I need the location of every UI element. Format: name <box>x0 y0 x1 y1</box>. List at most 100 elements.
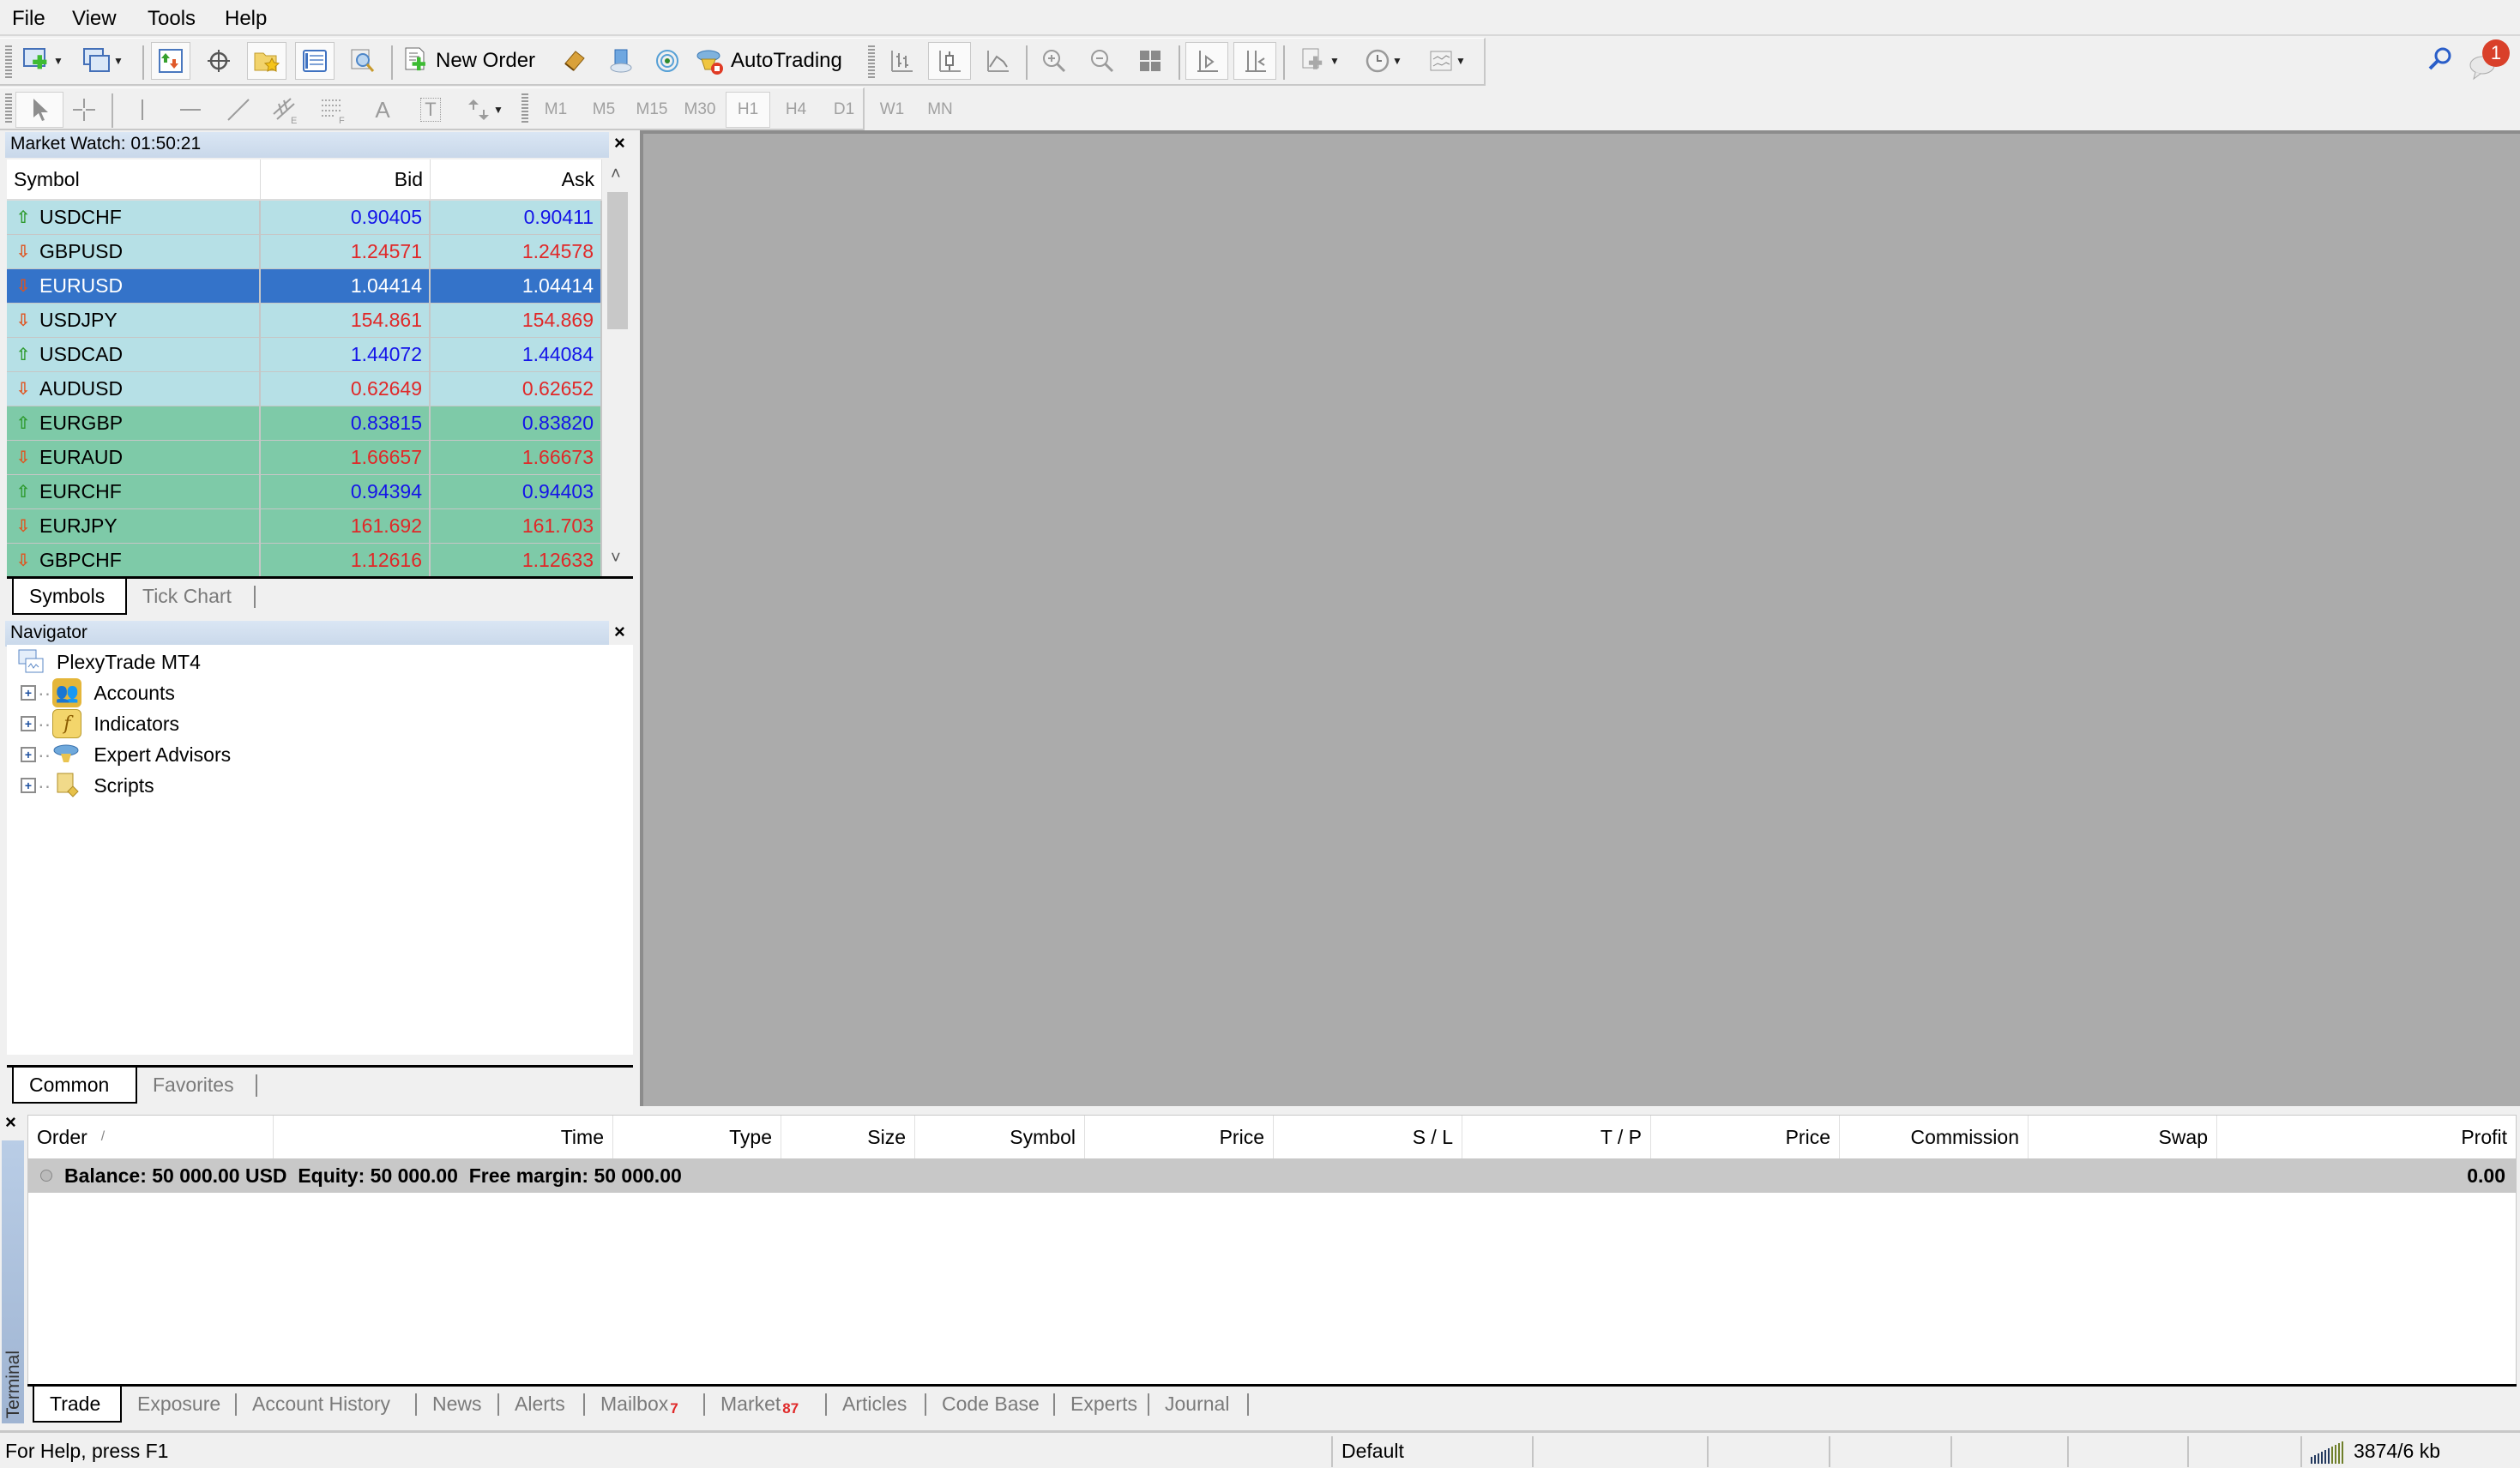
timeframe-m15[interactable]: M15 <box>630 92 674 128</box>
zoom-out-button[interactable] <box>1081 42 1124 80</box>
tab-symbols[interactable]: Symbols <box>12 579 127 615</box>
market-watch-button[interactable] <box>151 42 190 80</box>
expand-icon[interactable]: + <box>21 685 36 701</box>
profiles-button[interactable]: ▼ <box>77 42 129 80</box>
market-watch-row[interactable]: ⇩ EURJPY 161.692 161.703 <box>7 509 602 544</box>
tab-favorites[interactable]: Favorites <box>137 1068 257 1102</box>
column-commission[interactable]: Commission <box>1840 1116 2029 1158</box>
menu-view[interactable]: View <box>72 7 117 31</box>
strategy-tester-button[interactable] <box>343 42 383 80</box>
expand-icon[interactable]: + <box>21 747 36 762</box>
fibonacci-tool[interactable]: F <box>310 92 359 128</box>
equidistant-channel-tool[interactable]: E <box>262 92 310 128</box>
market-watch-scrollbar[interactable]: ˄ ˅ <box>604 161 631 576</box>
column-type[interactable]: Type <box>613 1116 781 1158</box>
connection-status[interactable]: 3874/6 kb <box>2354 1440 2440 1463</box>
terminal-button[interactable] <box>295 42 335 80</box>
tab-alerts[interactable]: Alerts <box>499 1387 585 1421</box>
periods-button[interactable]: ▼ <box>1355 42 1412 80</box>
market-watch-row[interactable]: ⇧ EURCHF 0.94394 0.94403 <box>7 475 602 509</box>
column-size[interactable]: Size <box>781 1116 915 1158</box>
tab-experts[interactable]: Experts <box>1055 1387 1149 1421</box>
market-watch-row[interactable]: ⇩ EURUSD 1.04414 1.04414 <box>7 269 602 304</box>
column-tp[interactable]: T / P <box>1462 1116 1651 1158</box>
cursor-tool[interactable] <box>15 92 63 128</box>
tree-root[interactable]: PlexyTrade MT4 <box>17 647 201 677</box>
candlesticks-button[interactable] <box>928 42 971 80</box>
tree-item-accounts[interactable]: + ·· 👥 Accounts <box>21 677 175 708</box>
text-label-tool[interactable]: T <box>407 92 455 128</box>
toolbar-grip[interactable] <box>521 93 528 124</box>
tree-item-scripts[interactable]: + ·· Scripts <box>21 770 154 801</box>
balance-row[interactable]: Balance: 50 000.00 USD Equity: 50 000.00… <box>28 1158 2516 1193</box>
market-watch-row[interactable]: ⇧ USDCHF 0.90405 0.90411 <box>7 201 602 235</box>
market-watch-row[interactable]: ⇩ EURAUD 1.66657 1.66673 <box>7 441 602 475</box>
tile-windows-button[interactable] <box>1129 42 1172 80</box>
crosshair-tool[interactable] <box>60 92 108 128</box>
market-watch-row[interactable]: ⇩ AUDUSD 0.62649 0.62652 <box>7 372 602 406</box>
navigator-close-button[interactable]: × <box>614 621 625 643</box>
timeframe-d1[interactable]: D1 <box>822 92 866 128</box>
horizontal-line-tool[interactable] <box>166 92 214 128</box>
arrows-tool[interactable]: ▼ <box>455 92 515 128</box>
column-order[interactable]: Order / <box>28 1116 274 1158</box>
new-order-button[interactable]: New Order <box>403 42 547 80</box>
bar-chart-button[interactable] <box>880 42 923 80</box>
data-window-button[interactable] <box>199 42 238 80</box>
column-close-price[interactable]: Price <box>1651 1116 1840 1158</box>
column-symbol[interactable]: Symbol <box>915 1116 1085 1158</box>
column-symbol[interactable]: Symbol <box>7 159 261 199</box>
market-watch-row[interactable]: ⇧ USDCAD 1.44072 1.44084 <box>7 338 602 372</box>
market-watch-row[interactable]: ⇩ GBPCHF 1.12616 1.12633 <box>7 544 602 578</box>
scroll-up-icon[interactable]: ˄ <box>611 165 621 184</box>
column-ask[interactable]: Ask <box>431 159 602 199</box>
tab-journal[interactable]: Journal <box>1149 1387 1249 1421</box>
metaeditor-button[interactable] <box>556 42 594 80</box>
tree-item-expert-advisors[interactable]: + ·· Expert Advisors <box>21 739 231 770</box>
expand-icon[interactable]: + <box>21 778 36 793</box>
column-bid[interactable]: Bid <box>261 159 431 199</box>
market-watch-row[interactable]: ⇩ GBPUSD 1.24571 1.24578 <box>7 235 602 269</box>
tab-exposure[interactable]: Exposure <box>122 1387 237 1421</box>
timeframe-w1[interactable]: W1 <box>870 92 914 128</box>
menu-help[interactable]: Help <box>225 7 267 31</box>
timeframe-mn[interactable]: MN <box>918 92 962 128</box>
terminal-close-button[interactable]: × <box>5 1111 16 1134</box>
tab-market[interactable]: Market 87 <box>705 1387 827 1421</box>
new-chart-button[interactable]: ▼ <box>17 42 69 80</box>
vertical-line-tool[interactable] <box>118 92 166 128</box>
column-profit[interactable]: Profit <box>2217 1116 2516 1158</box>
market-watch-close-button[interactable]: × <box>614 132 625 154</box>
tab-account-history[interactable]: Account History <box>237 1387 417 1421</box>
column-price[interactable]: Price <box>1085 1116 1274 1158</box>
market-watch-row[interactable]: ⇧ EURGBP 0.83815 0.83820 <box>7 406 602 441</box>
tab-news[interactable]: News <box>417 1387 499 1421</box>
toolbar-grip[interactable] <box>868 45 875 78</box>
line-chart-button[interactable] <box>976 42 1019 80</box>
menu-file[interactable]: File <box>12 7 45 31</box>
tab-trade[interactable]: Trade <box>33 1387 122 1423</box>
menu-tools[interactable]: Tools <box>148 7 196 31</box>
notifications-button[interactable]: 1 <box>2467 39 2511 81</box>
tab-mailbox[interactable]: Mailbox 7 <box>585 1387 705 1421</box>
toolbar-grip[interactable] <box>5 93 12 124</box>
expand-icon[interactable]: + <box>21 716 36 731</box>
chart-workspace[interactable] <box>640 130 2520 1106</box>
vps-button[interactable] <box>648 42 686 80</box>
zoom-in-button[interactable] <box>1033 42 1076 80</box>
scroll-down-icon[interactable]: ˅ <box>611 549 621 569</box>
tab-code-base[interactable]: Code Base <box>926 1387 1055 1421</box>
column-sl[interactable]: S / L <box>1274 1116 1462 1158</box>
scrollbar-thumb[interactable] <box>607 192 628 329</box>
timeframe-h1[interactable]: H1 <box>726 92 770 128</box>
signals-button[interactable] <box>602 42 640 80</box>
tree-item-indicators[interactable]: + ·· f Indicators <box>21 708 179 739</box>
tab-tick-chart[interactable]: Tick Chart <box>127 579 256 613</box>
chart-shift-button[interactable] <box>1185 42 1228 80</box>
connection-bars-icon[interactable] <box>2309 1440 2348 1465</box>
timeframe-m30[interactable]: M30 <box>678 92 722 128</box>
autoscroll-button[interactable] <box>1233 42 1276 80</box>
indicators-button[interactable]: ▼ <box>1292 42 1348 80</box>
timeframe-m5[interactable]: M5 <box>582 92 626 128</box>
timeframe-m1[interactable]: M1 <box>534 92 578 128</box>
